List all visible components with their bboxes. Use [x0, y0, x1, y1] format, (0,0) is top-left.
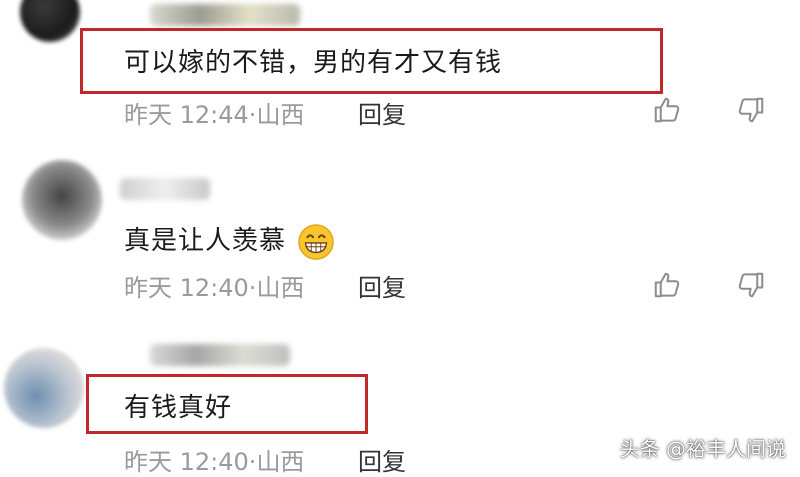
thumbs-up-icon[interactable] — [652, 270, 682, 300]
comment-meta: 昨天 12:40·山西 — [124, 268, 304, 303]
username-blurred[interactable] — [150, 4, 300, 26]
comment-item: 真是让人羡慕 昨天 12:40·山西 回复 — [0, 150, 800, 310]
thumbs-up-icon[interactable] — [652, 95, 682, 125]
avatar[interactable] — [4, 348, 84, 428]
comment-location: 山西 — [256, 101, 305, 129]
avatar[interactable] — [20, 0, 80, 42]
reply-button[interactable]: 回复 — [358, 268, 406, 303]
watermark: 头条 @裕丰人间说 — [619, 437, 786, 461]
comment-text: 有钱真好 — [124, 393, 233, 423]
grinning-face-icon — [298, 223, 335, 260]
comment-text: 真是让人羡慕 — [124, 220, 335, 261]
comment-time: 昨天 12:40 — [124, 274, 249, 302]
thumbs-down-icon[interactable] — [736, 270, 766, 300]
comment-text-content: 真是让人羡慕 — [124, 226, 287, 256]
reply-button[interactable]: 回复 — [358, 95, 406, 130]
comment-meta: 昨天 12:44·山西 — [124, 95, 304, 130]
comment-item: 可以嫁的不错，男的有才又有钱 昨天 12:44·山西 回复 — [0, 0, 800, 130]
comment-time: 昨天 12:44 — [124, 101, 249, 129]
avatar[interactable] — [22, 160, 102, 240]
comment-location: 山西 — [256, 274, 305, 302]
thumbs-down-icon[interactable] — [736, 95, 766, 125]
comment-text: 可以嫁的不错，男的有才又有钱 — [124, 48, 503, 78]
username-blurred[interactable] — [150, 344, 290, 366]
username-blurred[interactable] — [120, 178, 210, 200]
